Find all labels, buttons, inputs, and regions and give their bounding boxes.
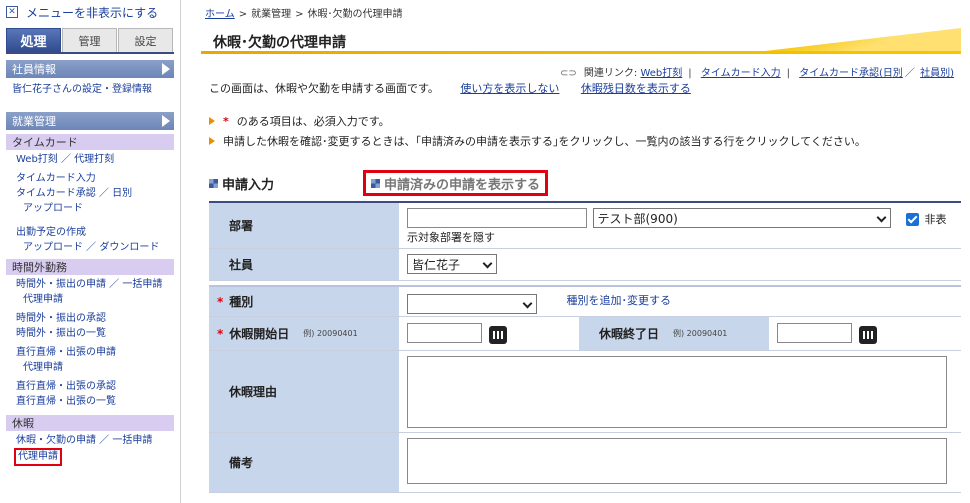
required-mark: * (223, 114, 229, 128)
leave-type-select[interactable] (407, 294, 537, 314)
sidebar-item-timecard-approve[interactable]: タイムカード承認 ／ 日別 (6, 186, 174, 201)
label-employee: 社員 (209, 249, 399, 280)
label-reason: 休暇理由 (209, 351, 399, 432)
title-bar: 休暇･欠勤の代理申請 (201, 28, 961, 54)
start-date-input[interactable] (407, 323, 482, 343)
hide-dept-checkbox[interactable] (906, 213, 919, 226)
close-icon: ✕ (6, 6, 18, 18)
row-dates: * 休暇開始日 例) 20090401 休暇終了日 例) 20090401 (209, 317, 961, 351)
tab-input[interactable]: 申請入力 (209, 174, 274, 193)
grid-icon (371, 178, 380, 188)
sidebar-item-timecard-input[interactable]: タイムカード入力 (6, 171, 174, 186)
department-code-input[interactable] (407, 208, 587, 228)
tab-settings[interactable]: 設定 (118, 28, 173, 52)
add-type-link[interactable]: 種別を追加･変更する (567, 294, 672, 307)
section-work-management[interactable]: 就業管理 (6, 112, 174, 130)
sidebar-item-timecard-upload[interactable]: アップロード (6, 201, 174, 216)
sidebar-item-overtime-proxy[interactable]: 代理申請 (6, 292, 174, 307)
sidebar-item-direct-apply[interactable]: 直行直帰・出張の申請 (6, 345, 174, 360)
sidebar-item-direct-list[interactable]: 直行直帰・出張の一覧 (6, 394, 174, 409)
page-title: 休暇･欠勤の代理申請 (213, 35, 346, 51)
triangle-right-icon (162, 115, 170, 127)
tab-management[interactable]: 管理 (62, 28, 117, 52)
department-select[interactable]: テスト部(900) (592, 208, 891, 228)
related-link-by-employee[interactable]: 社員別) (920, 68, 954, 79)
hide-menu-link[interactable]: ✕ メニューを非表示にする (0, 0, 180, 24)
row-remarks: 備考 (209, 433, 961, 493)
breadcrumb: ホーム > 就業管理 > 休暇･欠勤の代理申請 (205, 9, 403, 20)
show-submitted-button[interactable]: 申請済みの申請を表示する (363, 170, 549, 196)
sidebar-item-overtime-list[interactable]: 時間外・振出の一覧 (6, 326, 174, 341)
hide-dept-note: 示対象部署を隠す (407, 231, 495, 244)
show-submitted-label: 申請済みの申請を表示する (384, 177, 541, 193)
sidebar-item-overtime-approve[interactable]: 時間外・振出の承認 (6, 311, 174, 326)
main-content: ホーム > 就業管理 > 休暇･欠勤の代理申請 休暇･欠勤の代理申請 ⊂⊃ 関連リンク:… (201, 0, 970, 503)
sidebar-item-overtime-apply[interactable]: 時間外・振出の申請 ／ 一括申請 (6, 277, 174, 292)
label-start-date: * 休暇開始日 例) 20090401 (209, 317, 399, 350)
note-required: * のある項目は、必須入力です。 (209, 113, 390, 129)
row-reason: 休暇理由 (209, 351, 961, 433)
sidebar-item-leave-apply[interactable]: 休暇・欠勤の申請 ／ 一括申請 (6, 433, 174, 448)
note-submitted-text: 申請した休暇を確認･変更するときは、｢申請済みの申請を表示する｣をクリックし、一… (223, 135, 866, 148)
section-work-management-label: 就業管理 (12, 115, 56, 128)
sidebar-item-web-stamp[interactable]: Web打刻 ／ 代理打刻 (6, 152, 174, 167)
related-link-timecard-input[interactable]: タイムカード入力 (701, 68, 781, 79)
calendar-icon[interactable] (858, 325, 877, 344)
label-end-date: 休暇終了日 例) 20090401 (579, 317, 769, 350)
row-type: * 種別 種別を追加･変更する (209, 285, 961, 317)
triangle-right-icon (162, 63, 170, 75)
remarks-textarea[interactable] (407, 438, 947, 484)
link-icon: ⊂⊃ (559, 68, 577, 79)
calendar-icon[interactable] (488, 325, 507, 344)
sidebar-item-employee-settings[interactable]: 皆仁花子さんの設定・登録情報 (6, 82, 174, 97)
hide-menu-label: メニューを非表示にする (26, 5, 159, 20)
sub-header-overtime: 時間外勤務 (6, 259, 174, 275)
breadcrumb-work-management: 就業管理 (251, 9, 292, 20)
section-tabs: 申請入力 申請済みの申請を表示する (209, 170, 959, 198)
sidebar-item-direct-approve[interactable]: 直行直帰・出張の承認 (6, 379, 174, 394)
label-remarks: 備考 (209, 433, 399, 492)
section-employee-info-label: 社員情報 (12, 63, 56, 76)
help-toggle-link[interactable]: 使い方を表示しない (460, 82, 559, 95)
tab-input-label: 申請入力 (222, 178, 275, 193)
tab-process[interactable]: 処理 (6, 28, 61, 52)
sidebar-item-leave-proxy[interactable]: 代理申請 (14, 448, 62, 466)
row-employee: 社員 皆仁花子 (209, 249, 961, 281)
triangle-right-icon (209, 117, 215, 125)
sidebar: ✕ メニューを非表示にする 処理 管理 設定 社員情報 皆仁花子さんの設定・登録… (0, 0, 181, 503)
employee-select[interactable]: 皆仁花子 (407, 254, 497, 274)
hide-dept-label: 非表 (924, 212, 947, 226)
end-date-input[interactable] (777, 323, 852, 343)
note-submitted: 申請した休暇を確認･変更するときは、｢申請済みの申請を表示する｣をクリックし、一… (209, 133, 866, 149)
label-department: 部署 (209, 203, 399, 248)
description: この画面は、休暇や欠勤を申請する画面です。 使い方を表示しない 休暇残日数を表示… (209, 80, 691, 96)
grid-icon (209, 179, 218, 188)
related-label: 関連リンク: (583, 68, 638, 79)
related-link-web-stamp[interactable]: Web打刻 (640, 68, 682, 79)
related-links: ⊂⊃ 関連リンク: Web打刻 | タイムカード入力 | タイムカード承認(日別／ … (559, 68, 954, 79)
sidebar-item-direct-proxy[interactable]: 代理申請 (6, 360, 174, 375)
sidebar-item-schedule-upload-download[interactable]: アップロード ／ ダウンロード (6, 240, 174, 255)
breadcrumb-current: 休暇･欠勤の代理申請 (307, 9, 403, 20)
remaining-days-link[interactable]: 休暇残日数を表示する (581, 82, 691, 95)
sub-header-leave: 休暇 (6, 415, 174, 431)
reason-textarea[interactable] (407, 356, 947, 428)
application-form: 部署 テスト部(900) 非表 示対象部署を隠す 社員 皆仁花子 * 種別 種別… (209, 201, 961, 493)
triangle-right-icon (209, 137, 215, 145)
sub-header-timecard: タイムカード (6, 134, 174, 150)
related-link-timecard-approve-daily[interactable]: タイムカード承認(日別 (799, 68, 903, 79)
sidebar-item-schedule-create[interactable]: 出勤予定の作成 (6, 225, 174, 240)
breadcrumb-home[interactable]: ホーム (205, 9, 235, 20)
label-type: * 種別 (209, 287, 399, 316)
row-department: 部署 テスト部(900) 非表 示対象部署を隠す (209, 203, 961, 249)
description-text: この画面は、休暇や欠勤を申請する画面です。 (209, 82, 439, 95)
note-required-text: のある項目は、必須入力です。 (236, 115, 390, 128)
section-employee-info[interactable]: 社員情報 (6, 60, 174, 78)
sidebar-tabs: 処理 管理 設定 (6, 28, 174, 54)
